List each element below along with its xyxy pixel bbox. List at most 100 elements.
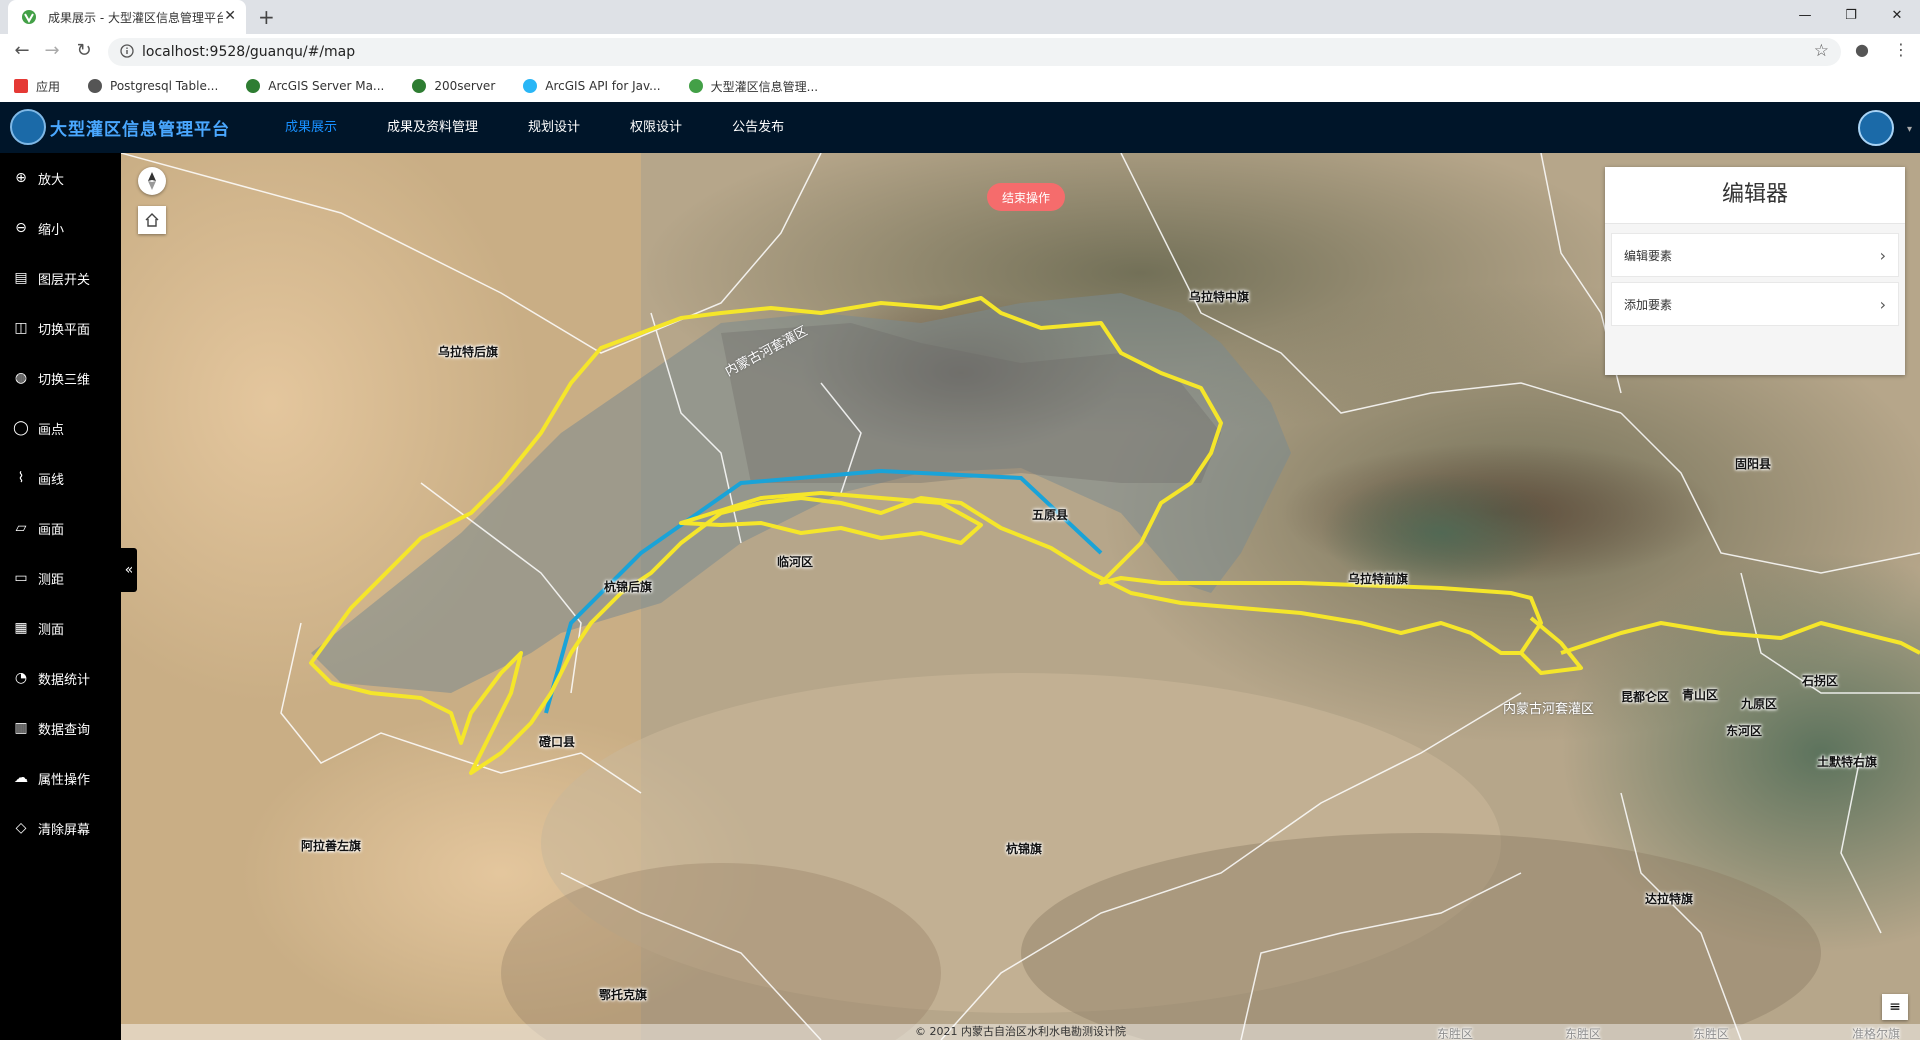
map-place-label: 东河区	[1726, 724, 1763, 738]
bookmark-label: Postgresql Table...	[110, 79, 219, 93]
kebab-menu-icon[interactable]: ⋮	[1893, 40, 1909, 59]
sidebar-item-9[interactable]: ▦ 测面	[0, 603, 121, 653]
bookmarks-bar: 应用 Postgresql Table... ArcGIS Server Ma...…	[0, 70, 1920, 102]
bookmark-star-icon[interactable]: ☆	[1814, 41, 1829, 61]
zoom-out-icon: ⊖	[15, 220, 27, 236]
bookmark-item[interactable]: ArcGIS API for Jav...	[523, 79, 661, 93]
browser-tab-bar: 成果展示 - 大型灌区信息管理平台 ✕ + — ❐ ✕	[0, 0, 1920, 34]
sidebar-item-3[interactable]: ◫ 切换平面	[0, 303, 121, 353]
map-place-label: 青山区	[1682, 688, 1719, 702]
home-button[interactable]	[138, 206, 166, 234]
eraser-icon: ◇	[15, 820, 27, 836]
reload-icon[interactable]: ↻	[72, 40, 96, 61]
new-tab-button[interactable]: +	[258, 5, 275, 29]
bookmark-label: ArcGIS API for Jav...	[545, 79, 661, 93]
menu-item-3[interactable]: 权限设计	[605, 102, 707, 153]
sidebar-item-label: 切换三维	[38, 372, 91, 388]
cloud-upload-icon: ☁	[14, 770, 28, 786]
map-place-label: 杭锦旗	[1006, 842, 1043, 856]
sidebar-item-label: 数据查询	[38, 722, 91, 738]
collapse-sidebar-toggle[interactable]: «	[121, 548, 137, 592]
map-place-label: 达拉特旗	[1645, 892, 1694, 906]
window-close-button[interactable]: ✕	[1874, 0, 1920, 30]
end-operation-button[interactable]: 结束操作	[987, 183, 1065, 211]
map-place-label: 内蒙古河套灌区	[1503, 702, 1595, 717]
map-place-label: 磴口县	[539, 735, 576, 749]
tab-close-icon[interactable]: ✕	[224, 8, 236, 24]
address-bar[interactable]: localhost:9528/guanqu/#/map ☆	[108, 38, 1841, 66]
bookmark-favicon-icon	[688, 79, 703, 93]
compass-button[interactable]	[138, 167, 166, 195]
sidebar-item-label: 图层开关	[38, 272, 91, 288]
window-minimize-button[interactable]: —	[1782, 0, 1828, 30]
map-place-label: 乌拉特前旗	[1348, 572, 1409, 586]
bookmark-item[interactable]: 应用	[14, 78, 60, 95]
vue-favicon-icon	[22, 10, 36, 24]
statistics-icon: ◔	[14, 670, 28, 686]
map-place-label: 临河区	[777, 555, 814, 569]
sidebar-item-label: 切换平面	[38, 322, 91, 338]
bookmark-label: 200server	[434, 79, 496, 93]
sidebar-item-13[interactable]: ◇ 清除屏幕	[0, 803, 121, 853]
zoom-in-icon: ⊕	[15, 170, 27, 186]
polyline-icon: ⌇	[17, 470, 25, 486]
bookmark-item[interactable]: ArcGIS Server Ma...	[246, 79, 384, 93]
menu-item-2[interactable]: 规划设计	[503, 102, 605, 153]
sidebar-item-5[interactable]: ◯ 画点	[0, 403, 121, 453]
info-icon[interactable]	[120, 44, 134, 58]
ruler-icon: ▭	[14, 570, 28, 586]
forward-arrow-icon[interactable]: →	[40, 40, 64, 61]
browser-tab[interactable]: 成果展示 - 大型灌区信息管理平台 ✕	[8, 0, 246, 34]
sidebar-item-6[interactable]: ⌇ 画线	[0, 453, 121, 503]
bookmark-item[interactable]: Postgresql Table...	[88, 79, 218, 93]
sidebar-item-7[interactable]: ▱ 画面	[0, 503, 121, 553]
sidebar-item-0[interactable]: ⊕ 放大	[0, 153, 121, 203]
menu-item-0[interactable]: 成果展示	[260, 102, 362, 153]
edit-feature-row[interactable]: 编辑要素 ›	[1611, 233, 1899, 277]
layers-icon: ▤	[14, 270, 28, 286]
sidebar-item-2[interactable]: ▤ 图层开关	[0, 253, 121, 303]
bookmark-label: 大型灌区信息管理...	[710, 79, 819, 94]
sidebar-item-10[interactable]: ◔ 数据统计	[0, 653, 121, 703]
bookmark-item[interactable]: 大型灌区信息管理...	[688, 78, 819, 95]
profile-icon[interactable]: ●	[1855, 40, 1869, 59]
sidebar-item-label: 属性操作	[38, 772, 91, 788]
sidebar-item-4[interactable]: ◍ 切换三维	[0, 353, 121, 403]
menu-item-1[interactable]: 成果及资料管理	[362, 102, 503, 153]
map-place-label: 土默特右旗	[1817, 755, 1878, 769]
back-arrow-icon[interactable]: ←	[10, 40, 34, 61]
caret-down-icon[interactable]: ▾	[1907, 124, 1912, 135]
sidebar-item-label: 画线	[38, 472, 65, 488]
menu-item-4[interactable]: 公告发布	[707, 102, 809, 153]
sidebar-item-label: 测距	[38, 572, 65, 588]
window-restore-button[interactable]: ❐	[1828, 0, 1874, 30]
sidebar-item-11[interactable]: ▥ 数据查询	[0, 703, 121, 753]
browser-nav-bar: ← → ↻ localhost:9528/guanqu/#/map ☆ ● ⋮	[0, 34, 1920, 71]
bar-chart-icon: ▥	[14, 720, 28, 736]
bookmark-label: ArcGIS Server Ma...	[268, 79, 385, 93]
sidebar-item-8[interactable]: ▭ 测距	[0, 553, 121, 603]
top-menu: 成果展示 成果及资料管理 规划设计 权限设计 公告发布	[260, 102, 809, 153]
editor-title: 编辑器	[1605, 167, 1905, 224]
sidebar-item-12[interactable]: ☁ 属性操作	[0, 753, 121, 803]
app-header: 大型灌区信息管理平台 成果展示 成果及资料管理 规划设计 权限设计 公告发布 ▾	[0, 102, 1920, 153]
bookmark-favicon-icon	[412, 79, 427, 93]
chevron-right-icon: ›	[1879, 246, 1886, 265]
map-place-label: 五原县	[1032, 508, 1069, 522]
map-place-label: 固阳县	[1735, 457, 1772, 471]
bookmark-favicon-icon	[88, 79, 103, 93]
sidebar-item-label: 测面	[38, 622, 65, 638]
sidebar-item-label: 清除屏幕	[38, 822, 91, 838]
list-icon[interactable]: ≡	[1882, 994, 1908, 1020]
user-avatar[interactable]	[1858, 110, 1894, 146]
url-text[interactable]: localhost:9528/guanqu/#/map	[142, 44, 355, 60]
map-place-label: 乌拉特后旗	[438, 345, 499, 359]
map-place-label: 杭锦后旗	[604, 580, 653, 594]
add-feature-row[interactable]: 添加要素 ›	[1611, 282, 1899, 326]
sidebar-item-1[interactable]: ⊖ 缩小	[0, 203, 121, 253]
sidebar-item-label: 画点	[38, 422, 65, 438]
globe-icon: ◍	[14, 370, 28, 386]
map-view[interactable]: 乌拉特中旗 乌拉特后旗 五原县 临河区 杭锦后旗 乌拉特前旗 固阳县 磴口县 石拐区 昆都仑区 青山…	[121, 153, 1920, 1040]
map-place-label: 鄂托克旗	[599, 988, 648, 1002]
bookmark-item[interactable]: 200server	[412, 79, 495, 93]
